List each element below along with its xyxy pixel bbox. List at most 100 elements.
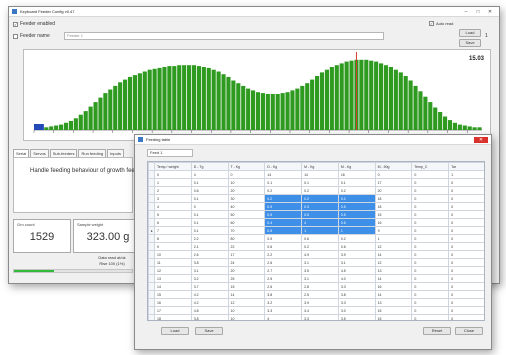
table-cell[interactable]: 12 [154, 266, 192, 275]
column-header[interactable]: D - Kg [264, 162, 303, 171]
table-cell[interactable]: 0 [411, 242, 450, 251]
table-cell[interactable]: 0 [374, 170, 413, 179]
table-cell[interactable]: 0 [448, 290, 484, 299]
table-cell[interactable]: 14 [154, 282, 192, 291]
table-cell[interactable]: 0.2 [301, 194, 339, 203]
table-cell[interactable]: 4 [264, 314, 303, 320]
table-row[interactable]: 9 2.1 22 0.6 0.2 0.6 12 0 0 [148, 242, 484, 251]
table-cell[interactable]: 50 [227, 210, 266, 219]
table-cell[interactable]: 40 [227, 202, 266, 211]
table-cell[interactable]: 10 [154, 250, 192, 259]
table-cell[interactable]: 3.8 [337, 290, 376, 299]
table-cell[interactable]: 3.8 [190, 314, 229, 320]
table-cell[interactable]: 0 [448, 250, 484, 259]
table-cell[interactable]: 24 [227, 258, 266, 267]
table-cell[interactable]: 0 [411, 234, 450, 243]
tab-servos[interactable]: Servos [30, 149, 49, 157]
table-cell[interactable]: 0 [448, 210, 484, 219]
table-cell[interactable]: 0.2 [264, 194, 303, 203]
table-cell[interactable]: 0 [411, 202, 450, 211]
table-cell[interactable]: 2.6 [190, 250, 229, 259]
table-row[interactable]: 8 2.2 80 0.5 0.6 0.2 1 0 0 [148, 234, 484, 243]
table-cell[interactable]: 3.3 [264, 306, 303, 315]
table-cell[interactable]: 0 [448, 178, 484, 187]
table-row[interactable]: 3 0.1 30 0.2 0.2 0.2 18 0 0 [148, 194, 484, 203]
auto-read-checkbox[interactable]: ✓ [429, 21, 434, 26]
tab-inputs[interactable]: Inputs [107, 149, 124, 157]
table-cell[interactable]: 4 [190, 170, 229, 179]
table-cell[interactable]: 0.2 [337, 194, 376, 203]
column-header[interactable]: Temp / weight [154, 162, 192, 171]
table-cell[interactable]: 2.2 [264, 250, 303, 259]
table-cell[interactable]: 0 [227, 170, 266, 179]
table-cell[interactable]: 60 [227, 218, 266, 227]
table-row[interactable]: 15 4.2 14 3.8 2.5 3.8 14 0 0 [148, 290, 484, 299]
column-header[interactable]: M - Kg [337, 162, 376, 171]
table-cell[interactable]: 15 [374, 314, 413, 320]
table-cell[interactable]: 17 [374, 178, 413, 187]
table-cell[interactable]: 0 [448, 282, 484, 291]
table-cell[interactable]: 0.1 [190, 226, 229, 235]
table-cell[interactable]: 8 [154, 234, 192, 243]
table-cell[interactable]: 20 [227, 266, 266, 275]
column-header[interactable]: Tar [448, 162, 484, 171]
table-cell[interactable]: 15 [374, 306, 413, 315]
table-cell[interactable]: 0.2 [264, 186, 303, 195]
table-cell[interactable]: 13 [154, 274, 192, 283]
dialog-close-button[interactable]: Close [455, 327, 483, 335]
table-cell[interactable]: 0.5 [264, 226, 303, 235]
table-cell[interactable]: 0 [411, 250, 450, 259]
table-cell[interactable]: 0.1 [337, 178, 376, 187]
table-row[interactable]: 5 0.1 50 0.5 0.5 0.5 15 0 0 [148, 210, 484, 219]
table-cell[interactable]: 0 [411, 258, 450, 267]
table-cell[interactable]: 2.5 [264, 274, 303, 283]
table-cell[interactable]: 2.6 [264, 282, 303, 291]
table-cell[interactable]: 3.1 [190, 266, 229, 275]
table-cell[interactable]: 9 [374, 226, 413, 235]
table-cell[interactable]: 5 [154, 210, 192, 219]
table-row[interactable]: 18 3.8 10 4 3.3 3.5 15 0 0 [148, 314, 484, 320]
table-cell[interactable]: 1 [301, 226, 339, 235]
table-cell[interactable]: 0.4 [264, 218, 303, 227]
table-cell[interactable]: 0 [448, 242, 484, 251]
tab-sub-feeders[interactable]: Sub-feeders [49, 149, 78, 157]
table-cell[interactable]: 2.2 [190, 234, 229, 243]
table-cell[interactable]: 0.1 [190, 218, 229, 227]
save-button[interactable]: Save [459, 39, 481, 47]
table-cell[interactable]: 4 [154, 202, 192, 211]
table-cell[interactable]: 1 [448, 170, 484, 179]
table-cell[interactable]: 0.3 [301, 202, 339, 211]
table-cell[interactable]: 14 [227, 290, 266, 299]
table-cell[interactable]: 10 [227, 314, 266, 320]
table-cell[interactable]: 0 [190, 202, 229, 211]
table-cell[interactable]: 4.9 [301, 250, 339, 259]
dialog-reset-button[interactable]: Reset [423, 327, 451, 335]
table-cell[interactable]: 13 [374, 266, 413, 275]
table-cell[interactable]: 3.1 [301, 274, 339, 283]
table-row[interactable]: 6 0.1 60 0.4 4 0.6 16 0 0 [148, 218, 484, 227]
minimize-icon[interactable]: – [460, 9, 472, 15]
table-cell[interactable]: 12 [374, 242, 413, 251]
table-cell[interactable]: 0 [448, 258, 484, 267]
table-cell[interactable]: 4.0 [337, 274, 376, 283]
table-cell[interactable]: 6 [154, 218, 192, 227]
table-cell[interactable]: 0 [448, 186, 484, 195]
table-cell[interactable]: 7 [154, 226, 192, 235]
table-row[interactable]: 16 4.2 12 3.2 3.9 3.3 13 0 0 [148, 298, 484, 307]
table-cell[interactable]: 3.3 [337, 298, 376, 307]
table-cell[interactable]: 15 [154, 290, 192, 299]
table-cell[interactable]: 4.8 [190, 306, 229, 315]
table-cell[interactable]: 0.1 [301, 178, 339, 187]
table-cell[interactable]: 3.5 [301, 266, 339, 275]
table-cell[interactable]: 3.8 [190, 258, 229, 267]
dialog-load-button[interactable]: Load [161, 327, 189, 335]
table-cell[interactable]: 0.5 [264, 234, 303, 243]
table-cell[interactable]: 16 [374, 218, 413, 227]
table-cell[interactable]: 0.1 [190, 178, 229, 187]
table-cell[interactable]: 70 [227, 226, 266, 235]
table-cell[interactable]: 3.4 [301, 306, 339, 315]
table-cell[interactable]: 3.2 [264, 298, 303, 307]
table-cell[interactable]: 0 [411, 170, 450, 179]
column-header[interactable]: T - Kg [227, 162, 266, 171]
table-cell[interactable]: 17 [227, 250, 266, 259]
